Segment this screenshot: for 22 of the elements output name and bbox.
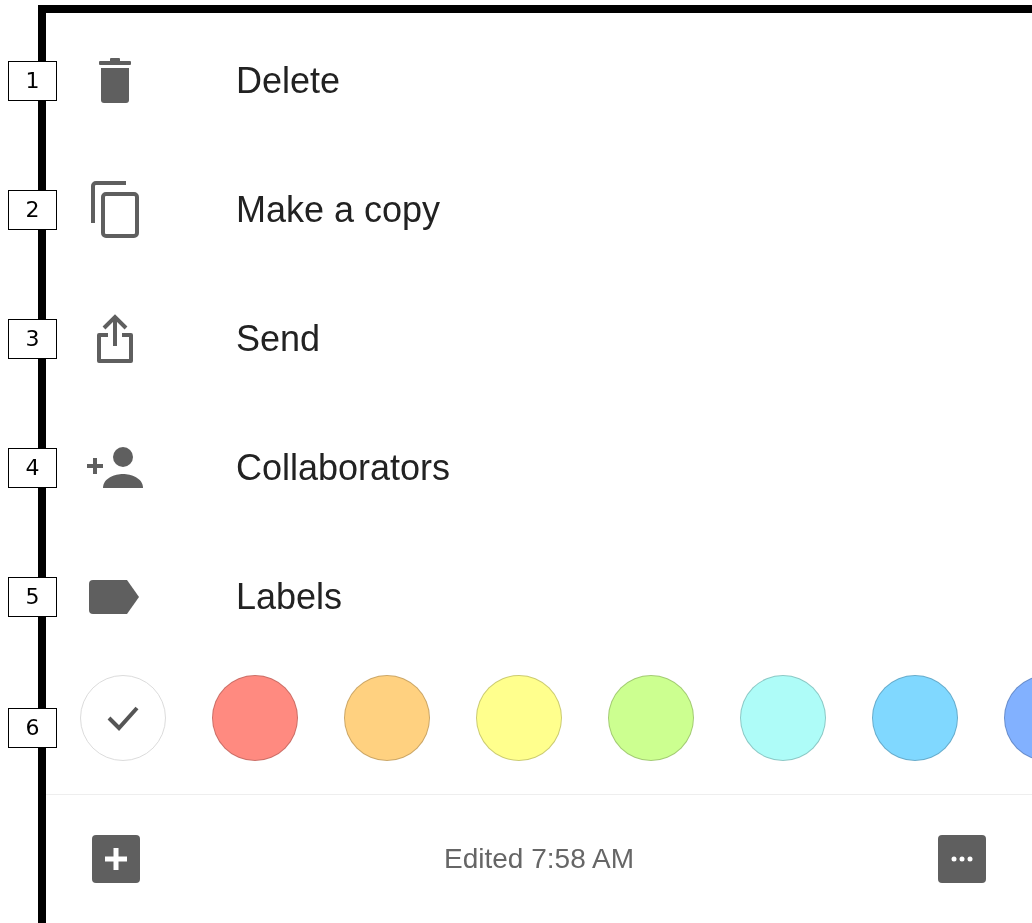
menu-item[interactable]: Send (236, 311, 321, 366)
add-button[interactable] (92, 834, 140, 883)
trash-icon[interactable] (97, 57, 133, 104)
label-tag-icon[interactable] (89, 579, 141, 614)
upload-icon[interactable] (95, 313, 135, 364)
copy-icon[interactable] (90, 180, 140, 239)
plus-icon (103, 845, 129, 872)
callout-number: 4 (8, 447, 57, 488)
callout-number: 2 (8, 189, 57, 230)
callout-number: 5 (8, 576, 57, 617)
more-dots-icon (951, 855, 973, 862)
menu-item[interactable]: Collaborators (236, 440, 451, 495)
menu-item[interactable]: Delete (236, 53, 341, 108)
callout-number: 1 (8, 60, 57, 101)
more-button[interactable] (938, 834, 986, 883)
callout-number: 6 (8, 707, 57, 748)
edited-time: Edited 7:58 AM (444, 841, 634, 876)
add-person-icon[interactable] (85, 445, 145, 490)
menu-item[interactable]: Make a copy (236, 182, 441, 237)
callout-number: 3 (8, 318, 57, 359)
menu-item[interactable]: Labels (236, 569, 343, 624)
check-icon (106, 704, 140, 731)
